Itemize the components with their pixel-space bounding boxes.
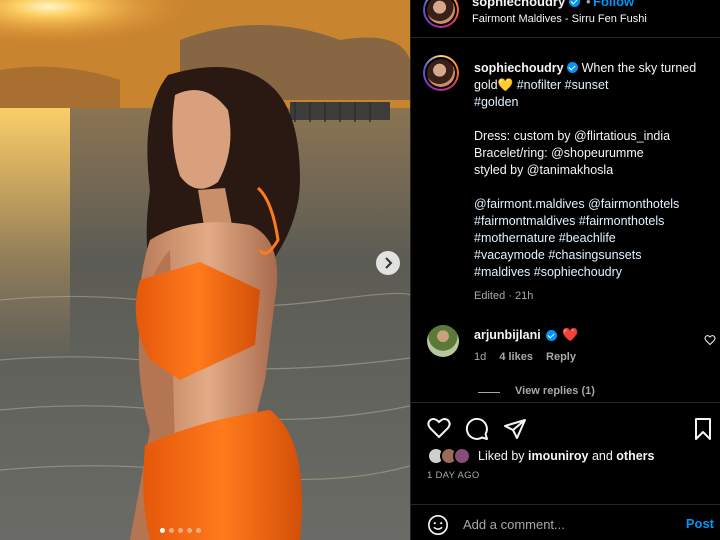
caption-line: styled by @tanimakhosla — [474, 163, 614, 177]
commenter-avatar[interactable] — [427, 325, 459, 357]
view-replies-button[interactable]: View replies (1) — [515, 385, 595, 397]
comment-likes[interactable]: 4 likes — [499, 351, 533, 363]
author-username[interactable]: sophiechoudry — [472, 0, 565, 9]
comment-button[interactable] — [465, 417, 489, 446]
caption-hashtags[interactable]: #vacaymode #chasingsunsets — [474, 248, 641, 262]
caption-hashtags[interactable]: #maldives #sophiechoudry — [474, 265, 622, 279]
author-avatar[interactable] — [423, 0, 459, 28]
carousel-dot — [187, 528, 192, 533]
follow-button[interactable]: Follow — [593, 0, 634, 9]
caption-mentions[interactable]: @fairmont.maldives @fairmonthotels — [474, 197, 679, 211]
carousel-dot — [169, 528, 174, 533]
caption-author-avatar[interactable] — [423, 55, 459, 91]
carousel-dot — [196, 528, 201, 533]
liked-by-and: and — [591, 449, 613, 463]
carousel-indicator — [160, 528, 201, 533]
liked-by-others[interactable]: others — [616, 449, 654, 463]
carousel-dot — [178, 528, 183, 533]
bookmark-icon — [695, 418, 711, 440]
heart-icon — [427, 417, 451, 439]
paper-plane-icon — [504, 419, 526, 439]
verified-badge-icon — [569, 0, 580, 7]
caption-hashtags[interactable]: #fairmontmaldives #fairmonthotels — [474, 214, 664, 228]
post-date: 1 DAY AGO — [427, 470, 480, 481]
separator-dot: • — [586, 0, 591, 9]
post-location[interactable]: Fairmont Maldives - Sirru Fen Fushi — [472, 13, 647, 25]
post-side-panel: sophiechoudry • Follow Fairmont Maldives… — [410, 0, 720, 540]
carousel-dot — [160, 528, 165, 533]
post-caption: sophiechoudry When the sky turned gold💛 … — [474, 60, 709, 281]
caption-line: Dress: custom by @flirtatious_india — [474, 129, 671, 143]
comment-input[interactable] — [463, 514, 663, 534]
like-button[interactable] — [427, 417, 451, 444]
share-button[interactable] — [503, 417, 527, 446]
comment-time: 1d — [474, 351, 487, 363]
edited-timestamp: Edited · 21h — [474, 290, 534, 302]
replies-divider — [478, 392, 500, 393]
caption-hashtags[interactable]: #golden — [474, 95, 519, 109]
verified-badge-icon — [567, 62, 579, 73]
chevron-right-icon — [385, 257, 393, 269]
comment-meta: 1d 4 likes Reply — [474, 351, 586, 363]
heart-outline-icon — [704, 335, 716, 346]
caption-hashtags[interactable]: #mothernature #beachlife — [474, 231, 616, 245]
liked-by-text: Liked by imouniroy and others — [478, 449, 655, 463]
sunset-beach-photo — [0, 0, 410, 540]
liked-by-prefix: Liked by — [478, 449, 525, 463]
post-comment-button[interactable]: Post — [686, 516, 714, 531]
caption-username[interactable]: sophiechoudry — [474, 61, 564, 75]
comment-icon — [465, 417, 488, 440]
caption-hashtags[interactable]: #nofilter #sunset — [517, 78, 609, 92]
post-header: sophiechoudry • Follow Fairmont Maldives… — [411, 0, 720, 38]
save-button[interactable] — [693, 417, 713, 446]
avatar — [453, 447, 471, 465]
smiley-icon — [428, 515, 448, 535]
comment-text: ❤️ — [562, 327, 579, 342]
post-actions-bar — [411, 402, 720, 452]
liked-by-avatars[interactable] — [427, 447, 475, 465]
post-photo[interactable] — [0, 0, 410, 540]
commenter-username[interactable]: arjunbijlani — [474, 328, 541, 342]
emoji-button[interactable] — [427, 514, 449, 540]
carousel-next-button[interactable] — [376, 251, 400, 275]
caption-line: Bracelet/ring: @shopeurumme — [474, 146, 644, 160]
liked-by-user[interactable]: imouniroy — [528, 449, 588, 463]
comment-like-button[interactable] — [704, 333, 716, 351]
reply-button[interactable]: Reply — [546, 351, 576, 363]
verified-badge-icon — [546, 330, 557, 341]
add-comment-bar: Post — [411, 504, 720, 540]
